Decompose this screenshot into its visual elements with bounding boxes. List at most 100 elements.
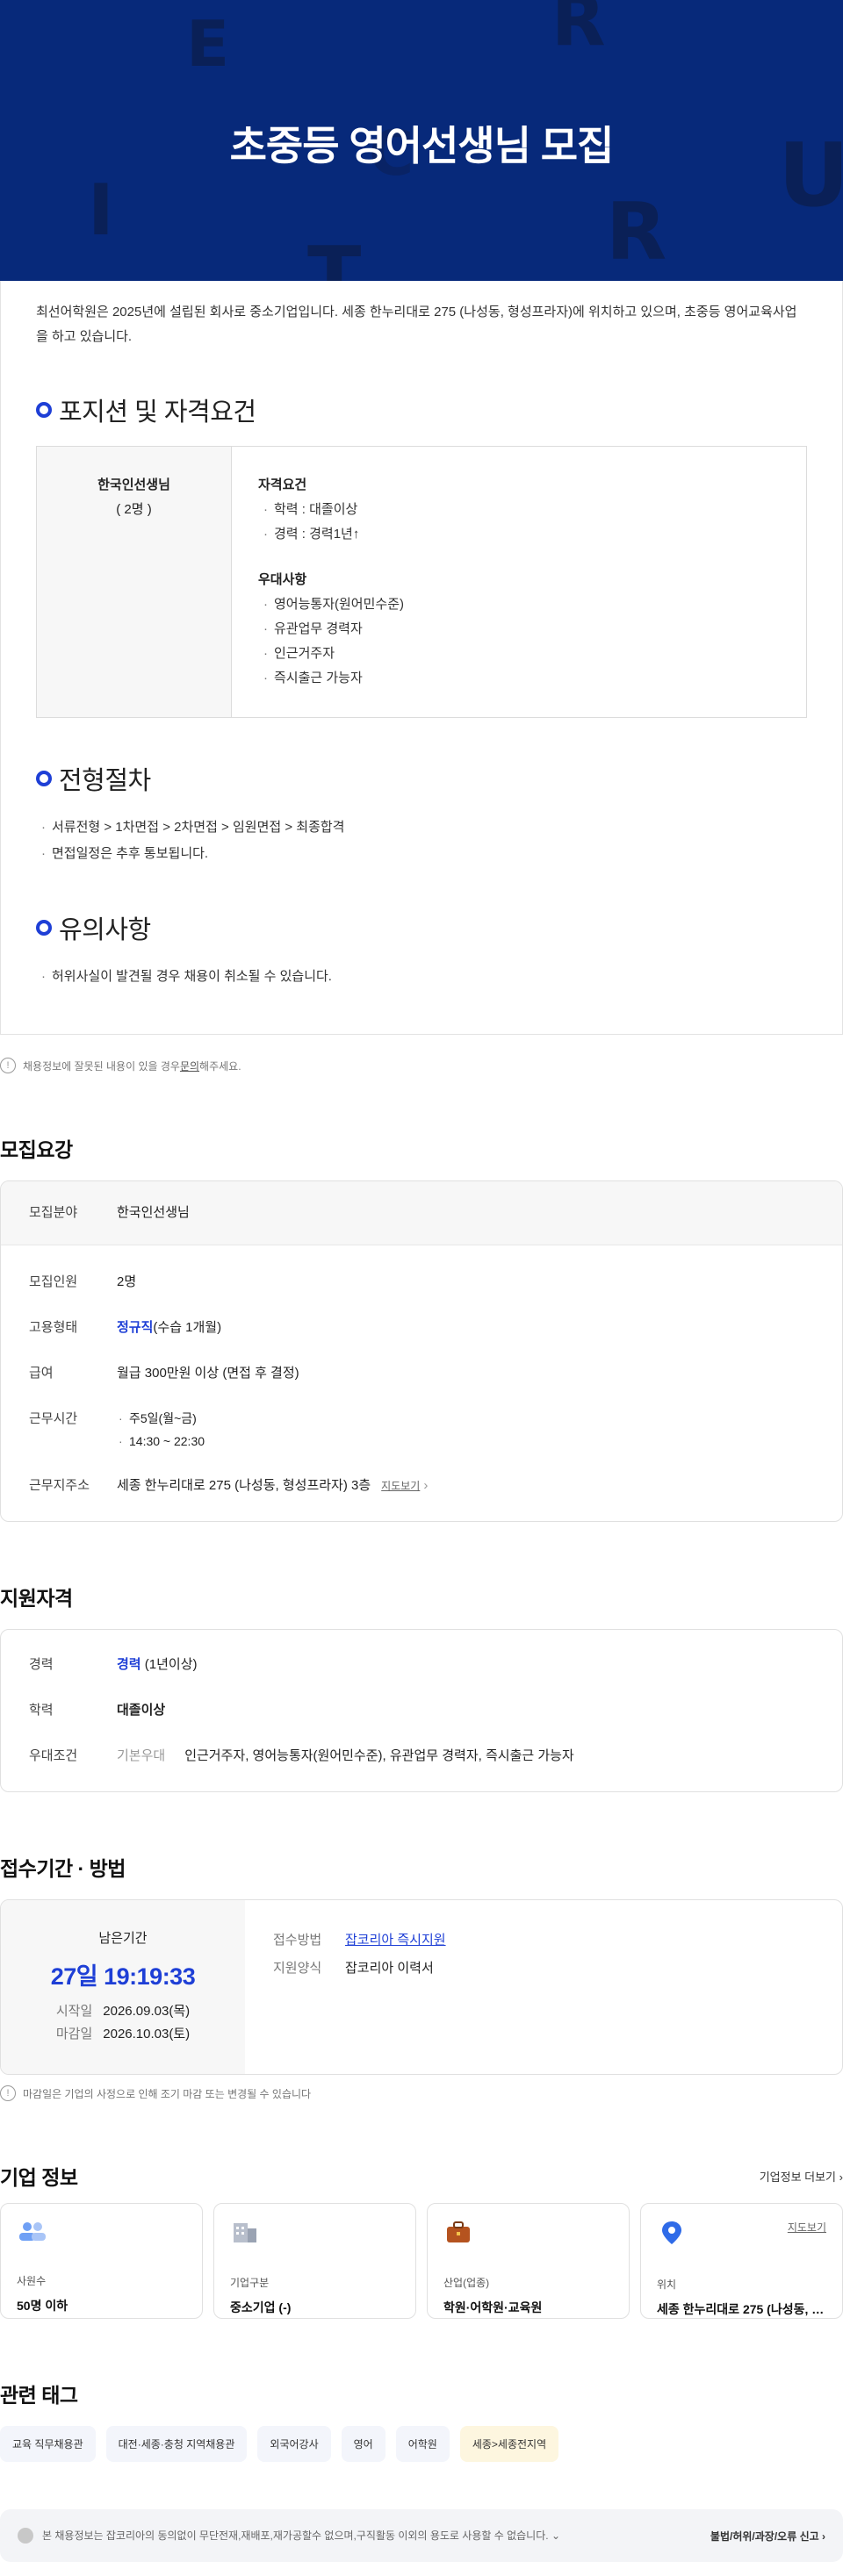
card-value: 50명 이하 <box>17 2299 68 2313</box>
tag-item[interactable]: 교육 직무채용관 <box>0 2426 96 2462</box>
map-view-link[interactable]: 지도보기 <box>381 1480 420 1492</box>
report-notice: ! 채용정보에 잘못된 내용이 있을 경우 문의 해주세요. <box>0 1058 843 1073</box>
hero-bg-letter: R <box>551 0 606 61</box>
company-intro: 최선어학원은 2025년에 설립된 회사로 중소기업입니다. 세종 한누리대로 … <box>36 305 797 344</box>
more-label: 기업정보 더보기 <box>759 2170 837 2184</box>
info-icon <box>18 2528 33 2544</box>
hero-bg-letter: R <box>606 186 667 278</box>
info-icon: ! <box>0 2085 16 2101</box>
list-item: 인근거주자 <box>258 642 404 666</box>
company-title: 기업 정보 <box>0 2166 78 2189</box>
chevron-right-icon: › <box>839 2170 843 2184</box>
hero-bg-letter: E <box>186 7 230 81</box>
tag-item[interactable]: 대전·세종·충청 지역채용관 <box>105 2426 248 2462</box>
start-date: 2026.09.03(목) <box>103 2004 191 2019</box>
chevron-right-icon: › <box>822 2529 825 2543</box>
salary-row: 급여 월급 300만원 이상 (면접 후 결정) <box>1 1351 842 1396</box>
recruit-field-row: 모집분야 한국인선생님 <box>1 1181 842 1245</box>
apply-title: 접수기간 · 방법 <box>0 1857 126 1880</box>
company-card-employees: 사원수 50명 이하 <box>0 2203 203 2319</box>
tag-item[interactable]: 어학원 <box>395 2426 450 2462</box>
row-value: 2명 <box>117 1274 137 1289</box>
apply-method-panel: 접수방법 잡코리아 즉시지원 지원양식 잡코리아 이력서 <box>245 1900 474 2074</box>
report-link[interactable]: 불법/허위/과장/오류 신고 › <box>710 2529 825 2544</box>
row-label: 급여 <box>29 1366 54 1381</box>
chevron-down-icon[interactable]: ⌄ <box>551 2529 560 2542</box>
row-label: 경력 <box>29 1657 54 1672</box>
experience-extra: (1년이상) <box>144 1657 198 1672</box>
company-more-link[interactable]: 기업정보 더보기 › <box>760 2168 843 2185</box>
people-icon <box>19 2222 46 2241</box>
preferences-title: 우대사항 <box>258 572 307 587</box>
recruit-count-row: 모집인원 2명 <box>1 1259 842 1305</box>
location-pin-icon <box>662 2221 681 2244</box>
row-value: 월급 300만원 이상 (면접 후 결정) <box>117 1366 299 1381</box>
tag-item[interactable]: 외국어강사 <box>257 2426 331 2462</box>
list-item: 유관업무 경력자 <box>258 617 404 642</box>
inquiry-link[interactable]: 문의 <box>180 1058 199 1073</box>
experience-value: 경력 <box>117 1657 141 1672</box>
list-item: 14:30 ~ 22:30 <box>117 1430 205 1453</box>
list-item: 즉시출근 가능자 <box>258 666 404 691</box>
list-item: 영어능통자(원어민수준) <box>258 592 404 617</box>
briefcase-icon <box>447 2221 470 2242</box>
notice-text: 채용정보에 잘못된 내용이 있을 경우 <box>23 1059 180 1073</box>
list-item: 허위사실이 발견될 경우 채용이 취소될 수 있습니다. <box>36 964 807 990</box>
list-item: 경력 : 경력1년↑ <box>258 522 404 547</box>
position-cell: 한국인선생님 ( 2명 ) <box>37 447 232 717</box>
employment-type-value: 정규직 <box>117 1320 154 1335</box>
row-label: 근무시간 <box>29 1411 78 1426</box>
notice-text: 해주세요. <box>199 1059 241 1073</box>
countdown-timer: 27일 19:19:33 <box>50 1963 196 1990</box>
page-title: 초중등 영어선생님 모집 <box>229 123 615 169</box>
tag-list: 교육 직무채용관 대전·세종·충청 지역채용관 외국어강사 영어 어학원 세종>… <box>0 2426 843 2462</box>
position-count: ( 2명 ) <box>116 502 152 517</box>
end-label: 마감일 <box>55 2027 93 2041</box>
notice-text: 마감일은 기업의 사정으로 인해 조기 마감 또는 변경될 수 있습니다 <box>23 2087 312 2100</box>
quick-apply-link[interactable]: 잡코리아 즉시지원 <box>345 1933 446 1948</box>
hero-bg-letter: T <box>307 230 362 282</box>
info-icon: ! <box>0 1058 16 1073</box>
deadline-notice: ! 마감일은 기업의 사정으로 인해 조기 마감 또는 변경될 수 있습니다 <box>0 2085 843 2101</box>
company-header: 기업 정보 기업정보 더보기 › <box>0 2161 843 2191</box>
hero-banner: E R U C I T R 초중등 영어선생님 모집 <box>0 0 843 281</box>
copyright-footer: 본 채용정보는 잡코리아의 동의없이 무단전재,재배포,재가공할수 없으며,구직… <box>0 2509 843 2562</box>
education-value: 대졸이상 <box>117 1703 166 1718</box>
company-info-cards: 사원수 50명 이하 기업구분 중소기업 (-) 산업(업종) 학원·어학원·교… <box>0 2203 843 2319</box>
row-label: 학력 <box>29 1703 54 1718</box>
form-label: 지원양식 <box>273 1961 322 1976</box>
card-label: 위치 <box>657 2278 677 2291</box>
section-heading-caution: 유의사항 <box>36 909 807 946</box>
recruit-card: 모집분야 한국인선생님 모집인원 2명 고용형태 정규직(수습 1개월) 급여 … <box>0 1180 843 1522</box>
start-label: 시작일 <box>55 2004 93 2019</box>
hero-bg-letter: I <box>88 169 114 251</box>
row-value: 한국인선생님 <box>117 1205 190 1220</box>
employment-type-row: 고용형태 정규직(수습 1개월) <box>1 1305 842 1351</box>
employment-type-extra: (수습 1개월) <box>153 1320 222 1335</box>
education-row: 학력 대졸이상 <box>1 1688 842 1733</box>
company-card-type: 기업구분 중소기업 (-) <box>213 2203 416 2319</box>
section-title: 유의사항 <box>59 916 151 944</box>
qualification-card: 경력 경력 (1년이상) 학력 대졸이상 우대조건 기본우대 인근거주자, 영어능… <box>0 1629 843 1792</box>
report-label: 불법/허위/과장/오류 신고 <box>710 2529 819 2543</box>
date-range: 시작일 2026.09.03(목) 마감일 2026.10.03(토) <box>1 2000 245 2046</box>
qualification-title: 지원자격 <box>0 1587 73 1610</box>
card-label: 기업구분 <box>230 2277 270 2289</box>
tag-item[interactable]: 영어 <box>341 2426 385 2462</box>
section-title: 전형절차 <box>59 767 151 795</box>
card-value: 세종 한누리대로 275 (나성동, 형성프라자) <box>657 2302 826 2316</box>
map-view-link[interactable]: 지도보기 <box>788 2220 826 2235</box>
experience-row: 경력 경력 (1년이상) <box>1 1642 842 1688</box>
row-label: 고용형태 <box>29 1320 78 1335</box>
row-label: 모집분야 <box>29 1205 78 1220</box>
recruit-title: 모집요강 <box>0 1138 73 1161</box>
list-item: 면접일정은 추후 통보됩니다. <box>36 841 807 867</box>
section-title: 포지션 및 자격요건 <box>59 398 256 427</box>
card-value: 중소기업 (-) <box>230 2300 292 2314</box>
remain-label: 남은기간 <box>98 1931 148 1946</box>
end-date: 2026.10.03(토) <box>103 2027 191 2041</box>
requirements-title: 자격요건 <box>258 477 307 492</box>
tag-item[interactable]: 세종>세종전지역 <box>459 2426 559 2462</box>
company-card-industry: 산업(업종) 학원·어학원·교육원 <box>427 2203 630 2319</box>
building-icon <box>234 2223 256 2242</box>
